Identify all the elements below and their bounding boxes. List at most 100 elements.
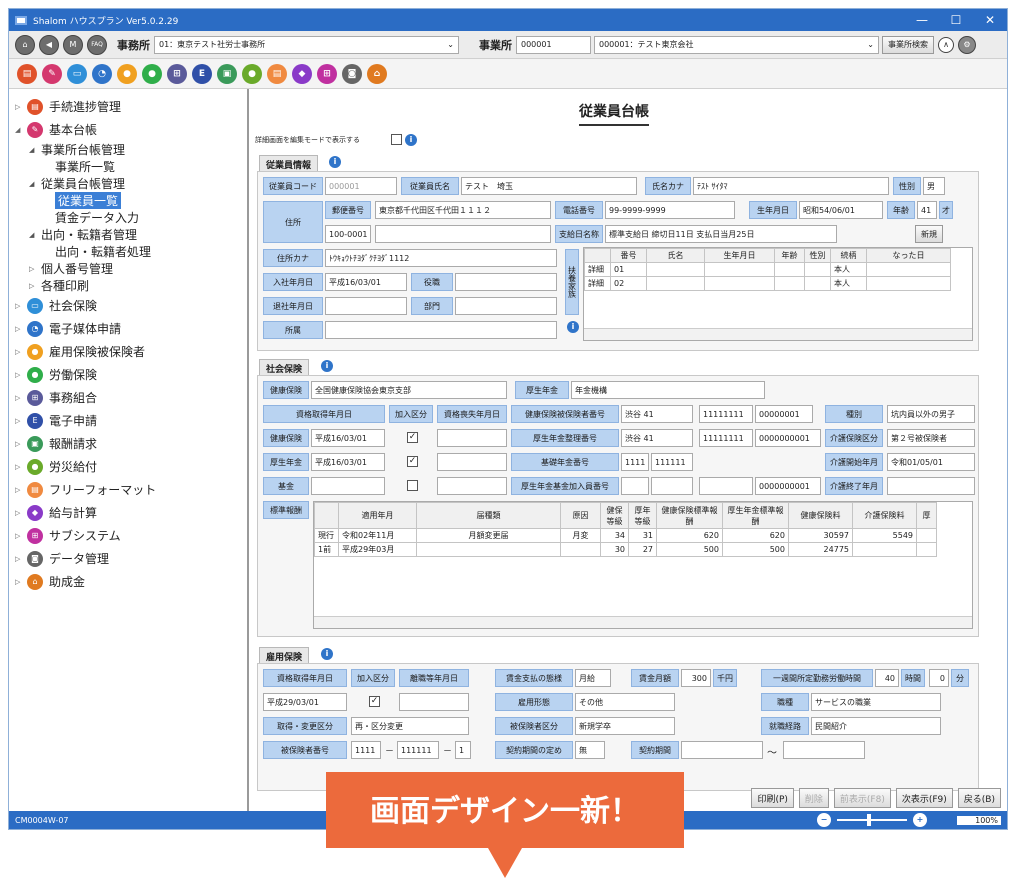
insured-no2-field[interactable]: 00000001 — [755, 405, 813, 423]
minutes-field[interactable]: 0 — [929, 669, 949, 687]
pension-acq-field[interactable]: 平成16/03/01 — [311, 453, 385, 471]
sidebar-item-office-list[interactable]: 事業所一覧 — [15, 158, 247, 175]
close-button[interactable]: ✕ — [973, 13, 1007, 27]
info-icon[interactable]: i — [321, 648, 333, 660]
fund-no3-field[interactable] — [699, 477, 753, 495]
sidebar-item-employment[interactable]: ▷ ● 雇用保険被保険者 — [15, 340, 247, 363]
pension-no2-field[interactable]: 0000000001 — [755, 429, 821, 447]
accident-icon[interactable]: ● — [242, 63, 262, 84]
payday-field[interactable]: 標準支給日 締切日11日 支払日当月25日 — [605, 225, 837, 243]
health-loss-field[interactable] — [437, 429, 507, 447]
free-format-icon[interactable]: ▤ — [267, 63, 287, 84]
zoom-out-icon[interactable]: − — [817, 813, 831, 827]
info-icon[interactable]: i — [321, 360, 333, 372]
home-icon[interactable]: ⌂ — [15, 34, 35, 55]
progress-icon[interactable]: ▤ — [17, 63, 37, 84]
health-field[interactable]: 全国健康保険協会東京支部 — [311, 381, 507, 399]
ins-kind-field[interactable]: 新規学卒 — [575, 717, 675, 735]
edit-mode-checkbox[interactable] — [391, 134, 402, 145]
zoom-in-icon[interactable]: + — [913, 813, 927, 827]
addr-kana-field[interactable]: ﾄｳｷｮｳﾄﾁﾖﾀﾞｸﾁﾖﾀﾞ1112 — [325, 249, 557, 267]
table-row[interactable]: 現行 令和02年11月 月額変更届 月変 34 31 620 620 30597… — [314, 528, 937, 543]
hours-field[interactable]: 40 — [875, 669, 899, 687]
basic-no1-field[interactable]: 1111 — [621, 453, 649, 471]
period-start-field[interactable] — [681, 741, 763, 759]
sidebar-item-free-format[interactable]: ▷ ▤ フリーフォーマット — [15, 478, 247, 501]
kana-field[interactable]: ﾃｽﾄ ｻｲﾀﾏ — [693, 177, 889, 195]
delete-button[interactable]: 削除 — [798, 788, 829, 808]
sidebar-item-labor[interactable]: ▷ ● 労働保険 — [15, 363, 247, 386]
emp-code-field[interactable]: 000001 — [325, 177, 397, 195]
ins-no2-field[interactable]: 111111 — [397, 741, 439, 759]
insured-pre-field[interactable]: 渋谷 41 — [621, 405, 693, 423]
sidebar-item-billing[interactable]: ▷ ▣ 報酬請求 — [15, 432, 247, 455]
post-field[interactable] — [455, 273, 557, 291]
table-row[interactable]: 詳細 01 本人 — [584, 262, 951, 277]
social-insurance-icon[interactable]: ▭ — [67, 63, 87, 84]
minimize-button[interactable]: — — [905, 13, 939, 27]
sidebar-item-employee-ledger[interactable]: ◢ 従業員台帳管理 — [15, 175, 247, 192]
contract-field[interactable]: 無 — [575, 741, 605, 759]
change-field[interactable]: 再・区分変更 — [351, 717, 469, 735]
basic-no2-field[interactable]: 111111 — [651, 453, 693, 471]
health-acq-field[interactable]: 平成16/03/01 — [311, 429, 385, 447]
fund-no4-field[interactable]: 0000000001 — [755, 477, 821, 495]
info-icon[interactable]: i — [405, 134, 417, 146]
dept-field[interactable] — [455, 297, 557, 315]
sidebar-item-transfer[interactable]: ◢ 出向・転籍者管理 — [15, 226, 247, 243]
emp-join-checkbox[interactable]: ✓ — [369, 696, 380, 707]
sidebar-item-payroll[interactable]: ▷ ◆ 給与計算 — [15, 501, 247, 524]
fund-acq-field[interactable] — [311, 477, 385, 495]
subsidy-icon[interactable]: ⌂ — [367, 63, 387, 84]
sidebar-item-ledger[interactable]: ◢ ✎ 基本台帳 — [15, 118, 247, 141]
pension-no1-field[interactable]: 11111111 — [699, 429, 753, 447]
tel-field[interactable]: 99-9999-9999 — [605, 201, 735, 219]
table-row[interactable]: 1前 平成29年03月 30 27 500 500 24775 — [314, 542, 937, 557]
birth-field[interactable]: 昭和54/06/01 — [799, 201, 883, 219]
fund-no2-field[interactable] — [651, 477, 693, 495]
pension-loss-field[interactable] — [437, 453, 507, 471]
e-apply-icon[interactable]: E — [192, 63, 212, 84]
info-icon[interactable]: i — [567, 321, 579, 333]
health-join-checkbox[interactable]: ✓ — [407, 432, 418, 443]
prev-button[interactable]: 前表示(F8) — [833, 788, 891, 808]
detail-link[interactable]: 詳細 — [584, 276, 611, 291]
address2-field[interactable] — [375, 225, 551, 243]
leave-date-field[interactable] — [325, 297, 407, 315]
detail-link[interactable]: 詳細 — [584, 262, 611, 277]
belong-field[interactable] — [325, 321, 557, 339]
sidebar-item-wage-input[interactable]: 賃金データ入力 — [15, 209, 247, 226]
sidebar-item-office-ledger[interactable]: ◢ 事業所台帳管理 — [15, 141, 247, 158]
pension-join-checkbox[interactable]: ✓ — [407, 456, 418, 467]
sidebar-item-social[interactable]: ▷ ▭ 社会保険 — [15, 294, 247, 317]
pension-pre-field[interactable]: 渋谷 41 — [621, 429, 693, 447]
fund-loss-field[interactable] — [437, 477, 507, 495]
sidebar-item-print[interactable]: ▷ 各種印刷 — [15, 277, 247, 294]
company-select[interactable]: 000001：テスト東京会社 ⌄ — [594, 35, 879, 54]
sidebar-item-employee-list[interactable]: 従業員一覧 — [15, 192, 247, 209]
pension-field[interactable]: 年金機構 — [571, 381, 765, 399]
ins-no3-field[interactable]: 1 — [455, 741, 471, 759]
fund-no1-field[interactable] — [621, 477, 649, 495]
sidebar-item-progress[interactable]: ▷ ▤ 手続進捗管理 — [15, 95, 247, 118]
insured-no1-field[interactable]: 11111111 — [699, 405, 753, 423]
back-button[interactable]: 戻る(B) — [957, 788, 1001, 808]
zoom-slider-thumb[interactable] — [867, 814, 871, 826]
sidebar-item-mynumber[interactable]: ▷ 個人番号管理 — [15, 260, 247, 277]
print-button[interactable]: 印刷(P) — [751, 788, 794, 808]
emp-form-field[interactable]: その他 — [575, 693, 675, 711]
collapse-icon[interactable]: ∧ — [938, 36, 954, 53]
emp-name-field[interactable]: テスト 埼玉 — [461, 177, 637, 195]
next-button[interactable]: 次表示(F9) — [895, 788, 953, 808]
data-icon[interactable]: ◙ — [342, 63, 362, 84]
emp-leave-field[interactable] — [399, 693, 469, 711]
sidebar-item-e-apply[interactable]: ▷ E 電子申請 — [15, 409, 247, 432]
care-start-field[interactable]: 令和01/05/01 — [887, 453, 975, 471]
media-icon[interactable]: ◔ — [92, 63, 112, 84]
info-icon[interactable]: i — [329, 156, 341, 168]
zoom-slider[interactable] — [837, 814, 907, 826]
join-date-field[interactable]: 平成16/03/01 — [325, 273, 407, 291]
care-end-field[interactable] — [887, 477, 975, 495]
back-icon[interactable]: ◀ — [39, 34, 59, 55]
address1-field[interactable]: 東京都千代田区千代田１１１２ — [375, 201, 551, 219]
